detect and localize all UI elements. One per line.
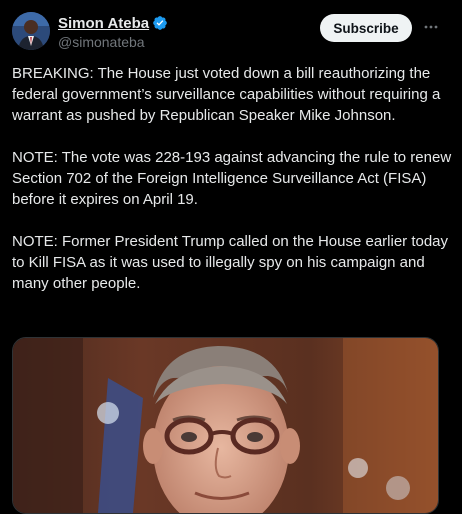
name-row: Simon Ateba: [58, 13, 168, 33]
tweet-paragraph: BREAKING: The House just voted down a bi…: [12, 65, 441, 124]
avatar-image: [12, 12, 50, 50]
tweet-paragraph: NOTE: Former President Trump called on t…: [12, 233, 449, 292]
tweet-media-photo[interactable]: [12, 337, 439, 514]
author-info: Simon Ateba @simonateba: [58, 13, 168, 50]
avatar[interactable]: [12, 12, 50, 50]
tweet: Simon Ateba @simonateba Subscribe BREAKI…: [0, 0, 462, 514]
tweet-text: BREAKING: The House just voted down a bi…: [12, 63, 452, 315]
photo-image: [13, 338, 438, 513]
tweet-paragraph: NOTE: The vote was 228-193 against advan…: [12, 149, 452, 208]
ellipsis-icon[interactable]: [421, 17, 441, 37]
author-display-name[interactable]: Simon Ateba: [58, 15, 149, 32]
subscribe-button[interactable]: Subscribe: [320, 14, 412, 42]
verified-badge-icon[interactable]: [152, 15, 168, 31]
author-handle[interactable]: @simonateba: [58, 34, 168, 50]
